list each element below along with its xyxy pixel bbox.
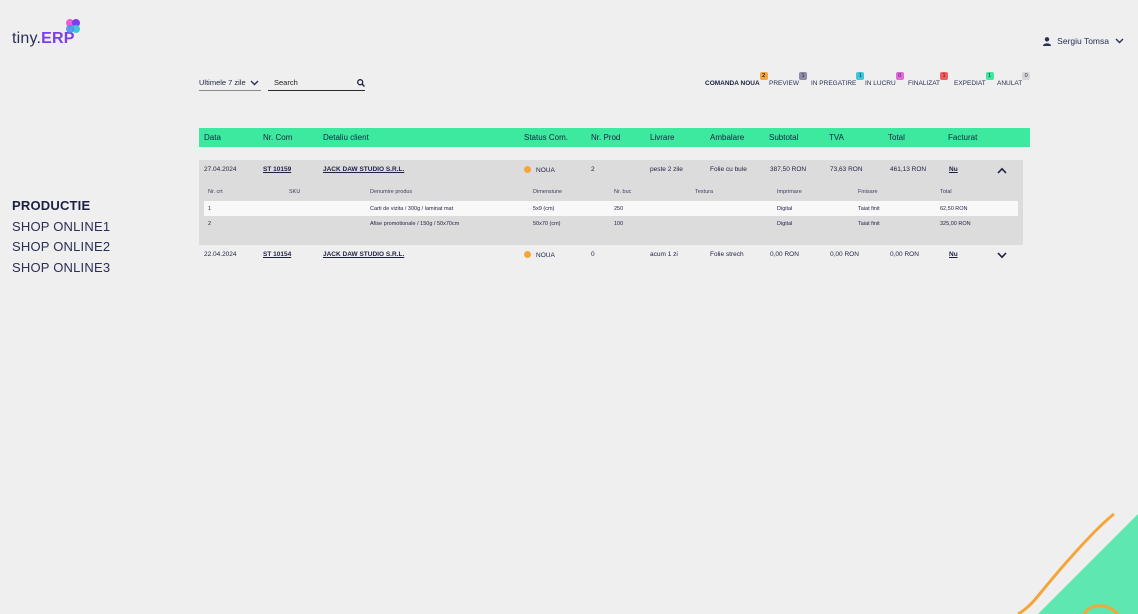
search-input[interactable] bbox=[268, 78, 343, 87]
column-header: Nr. crt bbox=[208, 189, 223, 195]
column-header[interactable]: Nr. Prod bbox=[591, 133, 620, 142]
column-header[interactable]: TVA bbox=[829, 133, 844, 142]
column-header[interactable]: Subtotal bbox=[769, 133, 798, 142]
user-menu[interactable]: Sergiu Tomsa bbox=[1043, 36, 1124, 46]
sidebar-item-productie[interactable]: PRODUCTIE bbox=[12, 196, 110, 217]
invoiced-link[interactable]: Nu bbox=[949, 251, 958, 258]
product-qty: 100 bbox=[614, 221, 624, 227]
product-finishing: Taiat finit bbox=[858, 221, 880, 227]
column-header[interactable]: Livrare bbox=[650, 133, 674, 142]
status-tabs: COMANDA NOUA 2 PREVIEW 1 IN PREGATIRE 1 IN … bbox=[705, 72, 1031, 94]
tva: 0,00 RON bbox=[830, 251, 859, 258]
tab-count-badge: 1 bbox=[856, 72, 865, 80]
sidebar: PRODUCTIE SHOP ONLINE1 SHOP ONLINE2 SHOP… bbox=[12, 196, 110, 278]
column-header: SKU bbox=[289, 189, 301, 195]
product-total: 325,00 RON bbox=[940, 221, 971, 227]
search-icon[interactable] bbox=[357, 78, 365, 87]
subtotal: 387,50 RON bbox=[770, 166, 807, 173]
product-qty: 250 bbox=[614, 206, 624, 212]
decorative-corner-shape bbox=[1017, 512, 1138, 614]
user-icon bbox=[1043, 36, 1052, 46]
chevron-down-icon bbox=[250, 80, 259, 85]
column-header[interactable]: Nr. Com bbox=[263, 133, 292, 142]
product-name: Carti de vizita / 300g / laminat mat bbox=[370, 206, 454, 212]
table-row[interactable]: 22.04.2024 ST 10154 JACK DAW STUDIO S.R.… bbox=[199, 245, 1023, 265]
tab-in-lucru[interactable]: IN LUCRU 0 bbox=[865, 72, 904, 87]
delivery: acum 1 zi bbox=[650, 251, 678, 258]
packaging: Folie cu bule bbox=[710, 166, 747, 173]
product-nr: 2 bbox=[208, 221, 212, 227]
product-printing: Digital bbox=[777, 221, 793, 227]
order-status: NOUA bbox=[524, 251, 555, 259]
tab-expediat[interactable]: EXPEDIAT 1 bbox=[954, 72, 994, 87]
column-header[interactable]: Total bbox=[888, 133, 905, 142]
column-header: Nr. buc bbox=[614, 189, 632, 195]
column-header[interactable]: Detaliu client bbox=[323, 133, 369, 142]
column-header: Textura bbox=[695, 189, 714, 195]
product-finishing: Taiat finit bbox=[858, 206, 880, 212]
product-name: Afise promotionale / 150g / 50x70cm bbox=[370, 221, 460, 227]
client-link[interactable]: JACK DAW STUDIO S.R.L. bbox=[323, 166, 404, 173]
order-number-link[interactable]: ST 10159 bbox=[263, 166, 291, 173]
tab-count-badge: 1 bbox=[798, 72, 807, 80]
product-nr: 1 bbox=[208, 206, 212, 212]
column-header: Finisare bbox=[858, 189, 878, 195]
invoiced-link[interactable]: Nu bbox=[949, 166, 958, 173]
app-logo[interactable]: tiny.ERP bbox=[12, 18, 92, 50]
chevron-down-icon bbox=[1115, 38, 1124, 44]
sidebar-item-shop-online3[interactable]: SHOP ONLINE3 bbox=[12, 258, 110, 279]
orders-table-header: Data Nr. Com Detaliu client Status Com. … bbox=[199, 128, 1030, 147]
total: 0,00 RON bbox=[890, 251, 919, 258]
order-date: 27.04.2024 bbox=[204, 166, 237, 173]
column-header[interactable]: Ambalare bbox=[710, 133, 744, 142]
order-number-link[interactable]: ST 10154 bbox=[263, 251, 291, 258]
product-row[interactable]: 1 Carti de vizita / 300g / laminat mat 5… bbox=[204, 201, 1018, 216]
column-header[interactable]: Facturat bbox=[948, 133, 977, 142]
total: 461,13 RON bbox=[890, 166, 927, 173]
order-date: 22.04.2024 bbox=[204, 251, 237, 258]
product-printing: Digital bbox=[777, 206, 793, 212]
subtotal: 0,00 RON bbox=[770, 251, 799, 258]
tab-finalizat[interactable]: FINALIZAT 1 bbox=[908, 72, 949, 87]
product-count: 0 bbox=[591, 251, 595, 258]
chevron-down-icon[interactable] bbox=[997, 252, 1007, 259]
sidebar-item-shop-online2[interactable]: SHOP ONLINE2 bbox=[12, 237, 110, 258]
search-box bbox=[268, 75, 365, 91]
column-header: Total bbox=[940, 189, 952, 195]
tab-count-badge: 0 bbox=[895, 72, 904, 80]
table-row[interactable]: 27.04.2024 ST 10159 JACK DAW STUDIO S.R.… bbox=[199, 160, 1023, 245]
product-dimension: 5x9 (cm) bbox=[533, 206, 555, 212]
user-name: Sergiu Tomsa bbox=[1057, 36, 1109, 46]
tab-comanda-noua[interactable]: COMANDA NOUA 2 bbox=[705, 72, 768, 87]
products-subtable-header: Nr. crt SKU Denumire produs Dimensiune N… bbox=[204, 189, 1018, 199]
tab-count-badge: 0 bbox=[1022, 72, 1031, 80]
packaging: Folie strech bbox=[710, 251, 744, 258]
product-row[interactable]: 2 Afise promotionale / 150g / 50x70cm 50… bbox=[204, 216, 1018, 231]
tab-count-badge: 1 bbox=[940, 72, 949, 80]
column-header: Dimensiune bbox=[533, 189, 563, 195]
tab-count-badge: 2 bbox=[759, 72, 768, 80]
column-header[interactable]: Data bbox=[204, 133, 221, 142]
product-total: 62,50 RON bbox=[940, 206, 968, 212]
column-header: Imprimare bbox=[777, 189, 802, 195]
chevron-up-icon[interactable] bbox=[997, 167, 1007, 174]
period-filter-value: Ultimele 7 zile bbox=[199, 78, 246, 87]
tab-anulat[interactable]: ANULAT 0 bbox=[997, 72, 1031, 87]
status-dot bbox=[524, 166, 531, 173]
status-dot bbox=[524, 251, 531, 258]
order-status: NOUA bbox=[524, 166, 555, 174]
logo-flower-icon bbox=[66, 19, 80, 33]
client-link[interactable]: JACK DAW STUDIO S.R.L. bbox=[323, 251, 404, 258]
tva: 73,63 RON bbox=[830, 166, 863, 173]
tab-count-badge: 1 bbox=[985, 72, 994, 80]
product-dimension: 50x70 (cm) bbox=[533, 221, 561, 227]
sidebar-item-shop-online1[interactable]: SHOP ONLINE1 bbox=[12, 217, 110, 238]
product-count: 2 bbox=[591, 166, 595, 173]
tab-in-pregatire[interactable]: IN PREGATIRE 1 bbox=[811, 72, 865, 87]
column-header[interactable]: Status Com. bbox=[524, 133, 568, 142]
tab-preview[interactable]: PREVIEW 1 bbox=[769, 72, 807, 87]
period-filter-select[interactable]: Ultimele 7 zile bbox=[199, 75, 261, 91]
delivery: peste 2 zile bbox=[650, 166, 683, 173]
column-header: Denumire produs bbox=[370, 189, 413, 195]
